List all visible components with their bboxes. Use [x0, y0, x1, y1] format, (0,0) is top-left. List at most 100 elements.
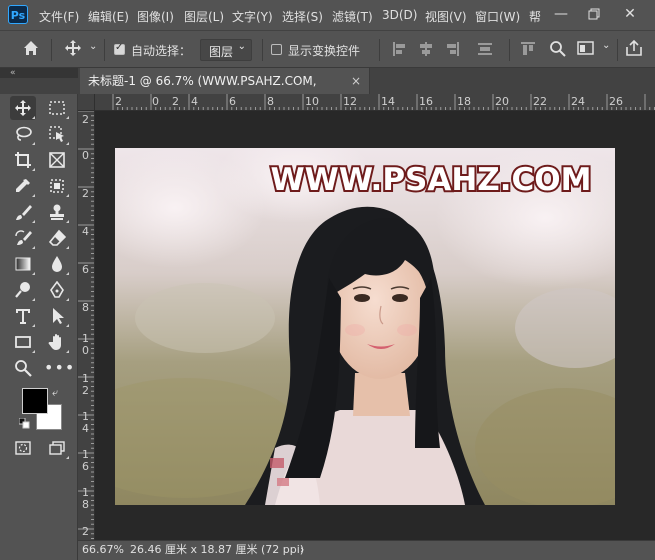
ruler-label: 2 — [115, 95, 122, 108]
hand-tool-icon[interactable] — [44, 330, 70, 354]
ruler-label: 1 6 — [82, 448, 89, 473]
ruler-label: 16 — [419, 95, 433, 108]
menu-edit[interactable]: 编辑(E) — [88, 8, 129, 25]
ruler-label: 12 — [343, 95, 357, 108]
ruler-label: 0 — [82, 149, 89, 162]
dodge-tool-icon[interactable] — [10, 278, 36, 302]
lasso-tool-icon[interactable] — [10, 122, 36, 146]
status-menu-arrow[interactable]: › — [300, 541, 304, 559]
ruler-label: 1 0 — [82, 332, 89, 357]
document-canvas[interactable]: WWW.PSAHZ.COM — [115, 148, 615, 505]
marquee-tool-icon[interactable] — [44, 96, 70, 120]
menu-layer[interactable]: 图层(L) — [184, 8, 224, 25]
screen-mode-icon[interactable] — [44, 436, 70, 460]
ruler-label: 0 — [152, 95, 159, 108]
home-icon[interactable] — [22, 39, 40, 60]
dropdown-chevron-icon: ⌄ — [237, 41, 246, 52]
menu-select[interactable]: 选择(S) — [282, 8, 323, 25]
rectangle-tool-icon[interactable] — [10, 330, 36, 354]
align-hcenter-icon[interactable] — [418, 41, 434, 60]
swap-colors-icon[interactable]: ⤶ — [52, 386, 58, 400]
document-tab[interactable]: 未标题-1 @ 66.7% (WWW.PSAHZ.COM, RGB/8#) * … — [80, 68, 370, 114]
minimize-icon[interactable]: — — [547, 3, 575, 25]
blur-tool-icon[interactable] — [44, 252, 70, 276]
ruler-label: 20 — [495, 95, 509, 108]
path-select-tool-icon[interactable] — [44, 304, 70, 328]
ruler-label: 4 — [82, 225, 89, 238]
menu-file[interactable]: 文件(F) — [39, 8, 79, 25]
vertical-ruler[interactable]: 2 0 2 4 6 8 1 0 1 2 1 4 1 6 1 8 2 — [78, 111, 95, 540]
workspace-icon[interactable] — [577, 40, 595, 60]
align-left-icon[interactable] — [392, 41, 408, 60]
ruler-label: 14 — [381, 95, 395, 108]
foreground-color-swatch[interactable] — [22, 388, 48, 414]
options-bar: ⌄ 自动选择： 图层 ⌄ 显示变换控件 — [0, 30, 655, 68]
tool-preset-chevron-icon[interactable]: ⌄ — [89, 41, 97, 52]
ruler-label: 8 — [267, 95, 274, 108]
history-brush-tool-icon[interactable] — [10, 226, 36, 250]
ruler-label: 2 — [82, 525, 89, 538]
move-tool-icon[interactable] — [64, 39, 82, 60]
auto-select-target-value: 图层 — [209, 45, 234, 59]
auto-select-checkbox[interactable] — [114, 42, 125, 55]
stamp-tool-icon[interactable] — [44, 200, 70, 224]
eraser-tool-icon[interactable] — [44, 226, 70, 250]
object-select-tool-icon[interactable] — [44, 122, 70, 146]
pen-tool-icon[interactable] — [44, 278, 70, 302]
ruler-label: 2 — [82, 187, 89, 200]
patch-tool-icon[interactable] — [44, 174, 70, 198]
portrait-photo: WWW.PSAHZ.COM — [115, 148, 615, 505]
menu-type[interactable]: 文字(Y) — [232, 8, 273, 25]
auto-select-label: 自动选择： — [131, 44, 192, 58]
menu-image[interactable]: 图像(I) — [137, 8, 174, 25]
canvas-area[interactable]: WWW.PSAHZ.COM — [95, 111, 655, 540]
move-tool-icon[interactable] — [10, 96, 36, 120]
show-transform-checkbox[interactable] — [271, 44, 282, 55]
status-bar: 66.67% 26.46 厘米 x 18.87 厘米 (72 ppi) › — [78, 540, 655, 560]
workspace-chevron-icon[interactable]: ⌄ — [602, 40, 610, 51]
close-tab-icon[interactable]: × — [351, 68, 361, 94]
menu-help[interactable]: 帮 — [529, 8, 541, 25]
auto-select-target-dropdown[interactable]: 图层 ⌄ — [200, 39, 252, 61]
ruler-label: 26 — [609, 95, 623, 108]
ps-logo: Ps — [8, 5, 28, 24]
menu-3d[interactable]: 3D(D) — [382, 8, 417, 22]
search-icon[interactable] — [549, 40, 566, 60]
ruler-label: 4 — [191, 95, 198, 108]
default-colors-icon[interactable] — [18, 417, 30, 432]
more-tools-icon[interactable]: ••• — [44, 356, 74, 380]
zoom-tool-icon[interactable] — [10, 356, 36, 380]
ruler-label: 6 — [82, 263, 89, 276]
crop-tool-icon[interactable] — [10, 148, 36, 172]
ruler-label: 6 — [229, 95, 236, 108]
zoom-level[interactable]: 66.67% — [82, 541, 124, 559]
menu-filter[interactable]: 滤镜(T) — [332, 8, 373, 25]
ruler-label: 18 — [457, 95, 471, 108]
brush-tool-icon[interactable] — [10, 200, 36, 224]
watermark-text: WWW.PSAHZ.COM — [270, 162, 591, 198]
distribute-icon[interactable] — [477, 41, 493, 60]
menu-bar: Ps 文件(F) 编辑(E) 图像(I) 图层(L) 文字(Y) 选择(S) 滤… — [0, 0, 655, 30]
align-right-icon[interactable] — [444, 41, 460, 60]
menu-view[interactable]: 视图(V) — [425, 8, 467, 25]
share-icon[interactable] — [625, 39, 643, 60]
ruler-label: 24 — [571, 95, 585, 108]
ruler-label: 8 — [82, 301, 89, 314]
ruler-label: 1 8 — [82, 486, 89, 511]
gradient-tool-icon[interactable] — [10, 252, 36, 276]
quick-mask-icon[interactable] — [10, 436, 36, 460]
ruler-label: 2 — [82, 113, 89, 126]
tools-panel: ••• ⤶ — [0, 94, 78, 560]
close-icon[interactable]: ✕ — [616, 3, 644, 25]
collapse-toolbar-icon[interactable]: « — [0, 68, 78, 78]
horizontal-ruler[interactable]: 2 0 2 4 6 8 10 12 14 16 18 20 22 24 26 — [95, 94, 655, 111]
restore-icon[interactable] — [580, 3, 608, 25]
eyedropper-tool-icon[interactable] — [10, 174, 36, 198]
frame-tool-icon[interactable] — [44, 148, 70, 172]
ruler-origin[interactable] — [78, 94, 95, 111]
type-tool-icon[interactable] — [10, 304, 36, 328]
align-top-icon[interactable] — [520, 41, 536, 60]
show-transform-label: 显示变换控件 — [288, 44, 361, 58]
menu-window[interactable]: 窗口(W) — [475, 8, 520, 25]
ruler-label: 10 — [305, 95, 319, 108]
